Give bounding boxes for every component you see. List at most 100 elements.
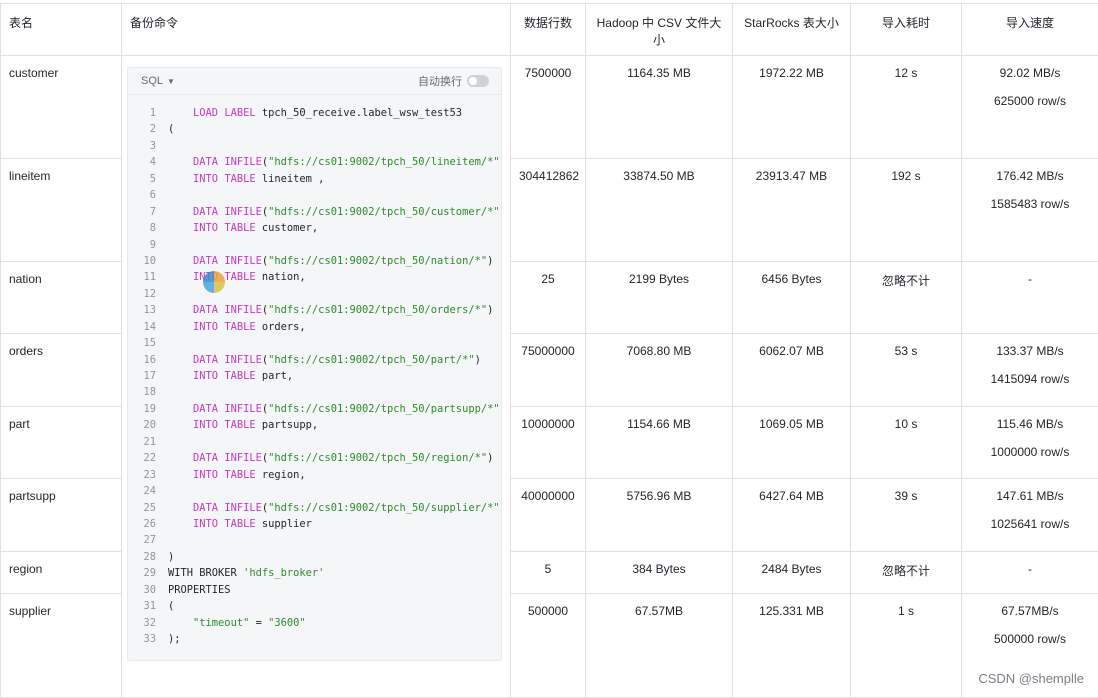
starrocks-size-cell-value: 1069.05 MB [759,417,824,431]
code-line: 18 [128,384,501,400]
code-text: "timeout" = "3600" [168,615,306,631]
table-name-cell-value: lineitem [9,169,50,183]
import-speed-cell: 133.37 MB/s1415094 row/s [962,334,1098,407]
starrocks-size-cell-value: 125.331 MB [759,604,824,618]
code-line: 32 "timeout" = "3600" [128,615,501,631]
line-number: 17 [128,368,168,384]
code-text: WITH BROKER 'hdfs_broker' [168,565,324,581]
import-speed-cell-row-speed: 625000 row/s [970,94,1090,108]
starrocks-size-cell-value: 23913.47 MB [756,169,827,183]
code-text: INTO TABLE supplier [168,516,312,532]
starrocks-size-cell: 1972.22 MB [733,56,851,159]
language-selector[interactable]: SQL ▼ [141,75,175,87]
code-text: DATA INFILE("hdfs://cs01:9002/tpch_50/su… [168,500,502,516]
code-text: DATA INFILE("hdfs://cs01:9002/tpch_50/cu… [168,204,502,220]
import-time-cell: 1 s [851,594,962,698]
line-number: 20 [128,417,168,433]
import-time-cell: 10 s [851,407,962,479]
code-line: 16 DATA INFILE("hdfs://cs01:9002/tpch_50… [128,352,501,368]
code-line: 27 [128,532,501,548]
code-text: DATA INFILE("hdfs://cs01:9002/tpch_50/na… [168,253,493,269]
csv-size-cell: 67.57MB [586,594,733,698]
row-count-cell-value: 5 [545,562,552,576]
import-time-cell: 53 s [851,334,962,407]
import-time-cell-value: 192 s [891,169,920,183]
code-line: 24 [128,483,501,499]
import-time-cell-value: 忽略不计 [882,274,930,288]
line-number: 5 [128,171,168,187]
header-row-count: 数据行数 [511,4,586,56]
code-text: DATA INFILE("hdfs://cs01:9002/tpch_50/pa… [168,401,502,417]
line-number: 11 [128,269,168,285]
row-count-cell: 5 [511,552,586,594]
sql-code-block: SQL ▼ 自动换行 1 LOAD LABEL tpch_50_receive.… [127,67,502,661]
code-line: 3 [128,138,501,154]
code-text: INTO TABLE customer, [168,220,318,236]
table-name-cell-value: region [9,562,42,576]
starrocks-size-cell: 1069.05 MB [733,407,851,479]
import-time-cell-value: 39 s [895,489,918,503]
line-number: 28 [128,549,168,565]
import-speed-cell: - [962,552,1098,594]
code-text: LOAD LABEL tpch_50_receive.label_wsw_tes… [168,105,462,121]
row-count-cell: 10000000 [511,407,586,479]
code-line: 22 DATA INFILE("hdfs://cs01:9002/tpch_50… [128,450,501,466]
starrocks-size-cell-value: 6062.07 MB [759,344,824,358]
csv-size-cell: 7068.80 MB [586,334,733,407]
starrocks-size-cell-value: 6427.64 MB [759,489,824,503]
code-line: 12 [128,286,501,302]
import-time-cell: 忽略不计 [851,262,962,334]
import-speed-cell-value: - [1028,562,1032,576]
csv-size-cell-value: 1164.35 MB [627,66,691,80]
line-number: 31 [128,598,168,614]
starrocks-size-cell: 6456 Bytes [733,262,851,334]
code-text: DATA INFILE("hdfs://cs01:9002/tpch_50/re… [168,450,493,466]
import-speed-cell: 115.46 MB/s1000000 row/s [962,407,1098,479]
auto-wrap-toggle[interactable] [467,75,489,87]
code-line: 4 DATA INFILE("hdfs://cs01:9002/tpch_50/… [128,154,501,170]
code-line: 14 INTO TABLE orders, [128,319,501,335]
row-count-cell: 500000 [511,594,586,698]
code-line: 2( [128,121,501,137]
starrocks-size-cell: 23913.47 MB [733,159,851,262]
row-count-cell-value: 500000 [528,604,568,618]
loading-cursor-icon [203,271,225,293]
import-speed-cell-value: - [1028,272,1032,286]
starrocks-size-cell: 2484 Bytes [733,552,851,594]
code-line: 5 INTO TABLE lineitem , [128,171,501,187]
line-number: 25 [128,500,168,516]
code-text: INTO TABLE partsupp, [168,417,318,433]
code-line: 1 LOAD LABEL tpch_50_receive.label_wsw_t… [128,105,501,121]
row-count-cell: 25 [511,262,586,334]
table-name-cell: nation [1,262,122,334]
line-number: 24 [128,483,168,499]
import-speed-cell: 147.61 MB/s1025641 row/s [962,479,1098,552]
line-number: 4 [128,154,168,170]
code-lines: 1 LOAD LABEL tpch_50_receive.label_wsw_t… [128,95,501,647]
starrocks-size-cell: 6427.64 MB [733,479,851,552]
code-block-header: SQL ▼ 自动换行 [128,68,501,95]
row-count-cell-value: 10000000 [521,417,574,431]
import-speed-cell: - [962,262,1098,334]
table-name-cell-value: orders [9,344,43,358]
code-line: 7 DATA INFILE("hdfs://cs01:9002/tpch_50/… [128,204,501,220]
table-name-cell: region [1,552,122,594]
line-number: 1 [128,105,168,121]
code-text: ( [168,598,174,614]
auto-wrap-control: 自动换行 [418,73,489,89]
code-text: INTO TABLE region, [168,467,306,483]
auto-wrap-label: 自动换行 [418,73,462,89]
csv-size-cell-value: 33874.50 MB [623,169,694,183]
line-number: 33 [128,631,168,647]
import-speed-cell-row-speed: 1585483 row/s [970,197,1090,211]
import-time-cell-value: 1 s [898,604,914,618]
line-number: 18 [128,384,168,400]
row-count-cell-value: 40000000 [521,489,574,503]
line-number: 22 [128,450,168,466]
import-time-cell: 忽略不计 [851,552,962,594]
line-number: 8 [128,220,168,236]
import-speed-cell-value: 176.42 MB/s [996,169,1063,183]
code-text: DATA INFILE("hdfs://cs01:9002/tpch_50/pa… [168,352,481,368]
line-number: 29 [128,565,168,581]
code-line: 9 [128,237,501,253]
